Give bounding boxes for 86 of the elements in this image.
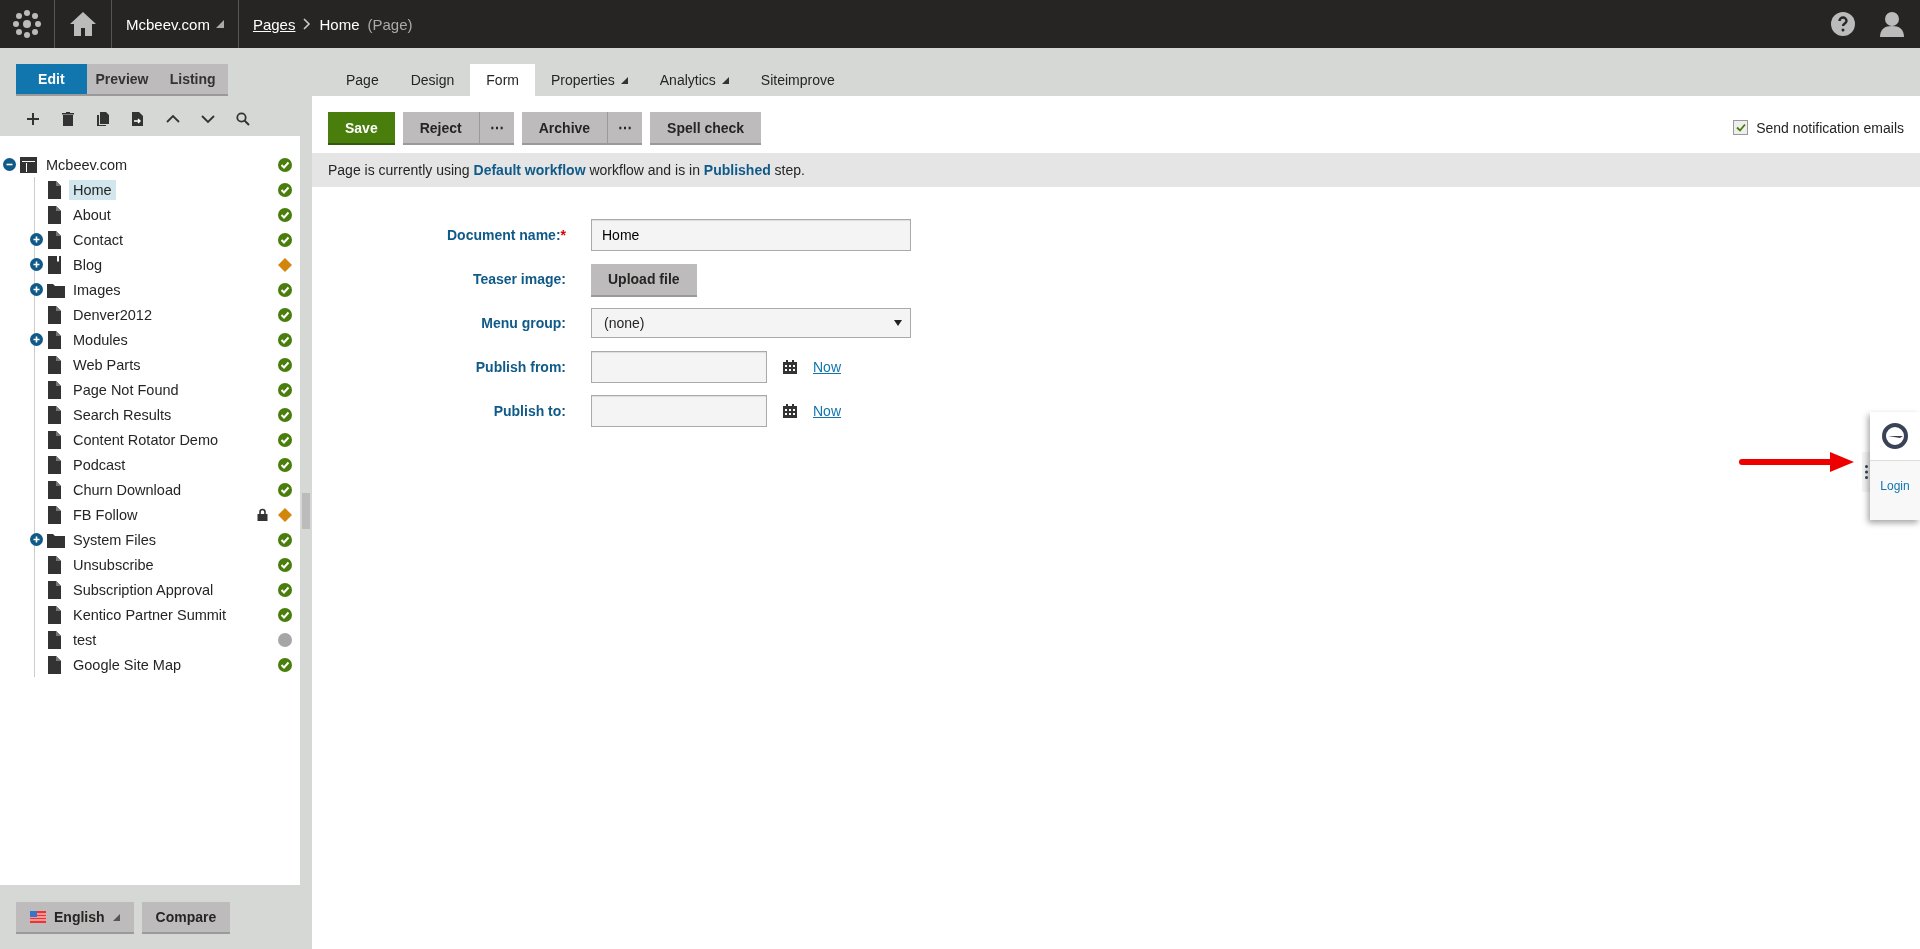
document-name-field[interactable]: Home xyxy=(591,219,911,251)
tab[interactable]: Siteimprove xyxy=(744,64,851,96)
date-field[interactable] xyxy=(591,395,767,427)
view-mode-tab[interactable]: Edit xyxy=(16,64,87,94)
field-label: Publish to: xyxy=(492,402,566,421)
caret-icon xyxy=(215,20,224,28)
now-link[interactable]: Now xyxy=(813,403,841,419)
tree-item[interactable]: Denver2012 xyxy=(69,304,156,325)
workflow-message: Page is currently using Default workflow workflow and is in Published step. xyxy=(312,153,1920,187)
more-button[interactable]: ⋯ xyxy=(607,112,643,143)
tree-item[interactable]: System Files xyxy=(69,529,160,550)
tab[interactable]: Properties xyxy=(534,64,644,96)
tree-item[interactable]: FB Follow xyxy=(69,504,142,525)
field-label: Teaser image: xyxy=(471,270,566,289)
help-icon[interactable] xyxy=(1830,11,1856,37)
tree-item[interactable]: Podcast xyxy=(69,454,130,475)
calendar-icon[interactable] xyxy=(783,404,797,418)
tab[interactable]: Page xyxy=(330,64,395,96)
move-document-icon[interactable] xyxy=(131,112,145,126)
login-link[interactable]: Login xyxy=(1880,479,1910,493)
notify-label: Send notification emails xyxy=(1756,119,1904,136)
view-mode-tab[interactable]: Listing xyxy=(157,64,228,94)
tree-item[interactable]: Contact xyxy=(69,229,127,250)
site-icon xyxy=(20,155,38,174)
tree-item[interactable]: Web Parts xyxy=(69,354,145,375)
now-link[interactable]: Now xyxy=(813,359,841,375)
tree-item[interactable]: Mcbeev.com xyxy=(42,154,132,175)
tree-item[interactable]: Subscription Approval xyxy=(69,579,218,600)
tree-item[interactable]: Content Rotator Demo xyxy=(69,429,223,450)
tree-item[interactable]: Kentico Partner Summit xyxy=(69,604,231,625)
date-field[interactable] xyxy=(591,351,767,383)
field-label: Publish from: xyxy=(474,358,566,377)
tab[interactable]: Form xyxy=(470,64,535,96)
tree-item[interactable]: Modules xyxy=(69,329,132,350)
asterisk-logo-icon xyxy=(12,9,42,39)
expand-icon[interactable] xyxy=(29,233,43,246)
tab[interactable]: Design xyxy=(394,64,471,96)
caret-down-icon xyxy=(894,320,902,326)
flag-icon xyxy=(30,911,46,923)
tree-item[interactable]: Churn Download xyxy=(69,479,185,500)
tree-item[interactable]: Images xyxy=(69,279,125,300)
calendar-icon[interactable] xyxy=(783,360,797,374)
splitter-handle[interactable] xyxy=(302,492,310,529)
gauge-logo-icon xyxy=(1881,422,1909,450)
add-icon[interactable] xyxy=(26,112,40,126)
field-label: Document name:* xyxy=(445,226,566,245)
chevron-down-icon[interactable] xyxy=(201,112,215,126)
action-button[interactable]: Reject xyxy=(402,112,479,143)
page-type-label: (Page) xyxy=(367,15,413,33)
action-button[interactable]: Archive xyxy=(521,112,608,143)
handle-dots-icon[interactable] xyxy=(1864,465,1868,479)
menu-group-dropdown[interactable]: (none) xyxy=(591,308,911,338)
tree-item[interactable]: Google Site Map xyxy=(69,654,185,675)
tree-item[interactable]: test xyxy=(69,629,101,650)
tree-item[interactable]: Search Results xyxy=(69,404,176,425)
save-button[interactable]: Save xyxy=(328,112,395,143)
chevron-right-icon xyxy=(303,18,312,30)
expand-icon[interactable] xyxy=(29,533,43,546)
site-selector[interactable]: Mcbeev.com xyxy=(126,15,210,33)
trash-icon[interactable] xyxy=(61,112,75,126)
tab[interactable]: Analytics xyxy=(643,64,745,96)
compare-button[interactable]: Compare xyxy=(141,902,231,932)
field-label: Menu group: xyxy=(480,314,566,333)
user-icon[interactable] xyxy=(1880,11,1904,37)
tree-item[interactable]: Home xyxy=(69,179,116,200)
breadcrumb-current: Home xyxy=(319,15,360,33)
tree-item[interactable]: Blog xyxy=(69,254,107,275)
expand-icon[interactable] xyxy=(29,333,43,346)
spell-check-button[interactable]: Spell check xyxy=(650,112,762,143)
collapse-icon[interactable] xyxy=(2,158,16,171)
upload-button[interactable]: Upload file xyxy=(591,263,697,295)
caret-icon xyxy=(112,913,120,921)
breadcrumb-link[interactable]: Pages xyxy=(252,15,296,33)
check-icon xyxy=(1735,123,1746,132)
tree-item[interactable]: About xyxy=(69,204,115,225)
copy-icon[interactable] xyxy=(96,112,110,126)
home-icon[interactable] xyxy=(69,11,97,37)
more-button[interactable]: ⋯ xyxy=(478,112,514,143)
tree-item[interactable]: Page Not Found xyxy=(69,379,183,400)
tree-item[interactable]: Unsubscribe xyxy=(69,554,158,575)
language-selector[interactable]: English xyxy=(16,902,134,932)
search-icon[interactable] xyxy=(236,112,250,126)
notify-checkbox[interactable] xyxy=(1733,120,1749,135)
view-mode-tab[interactable]: Preview xyxy=(86,64,158,94)
expand-icon[interactable] xyxy=(29,258,43,271)
expand-icon[interactable] xyxy=(29,283,43,296)
